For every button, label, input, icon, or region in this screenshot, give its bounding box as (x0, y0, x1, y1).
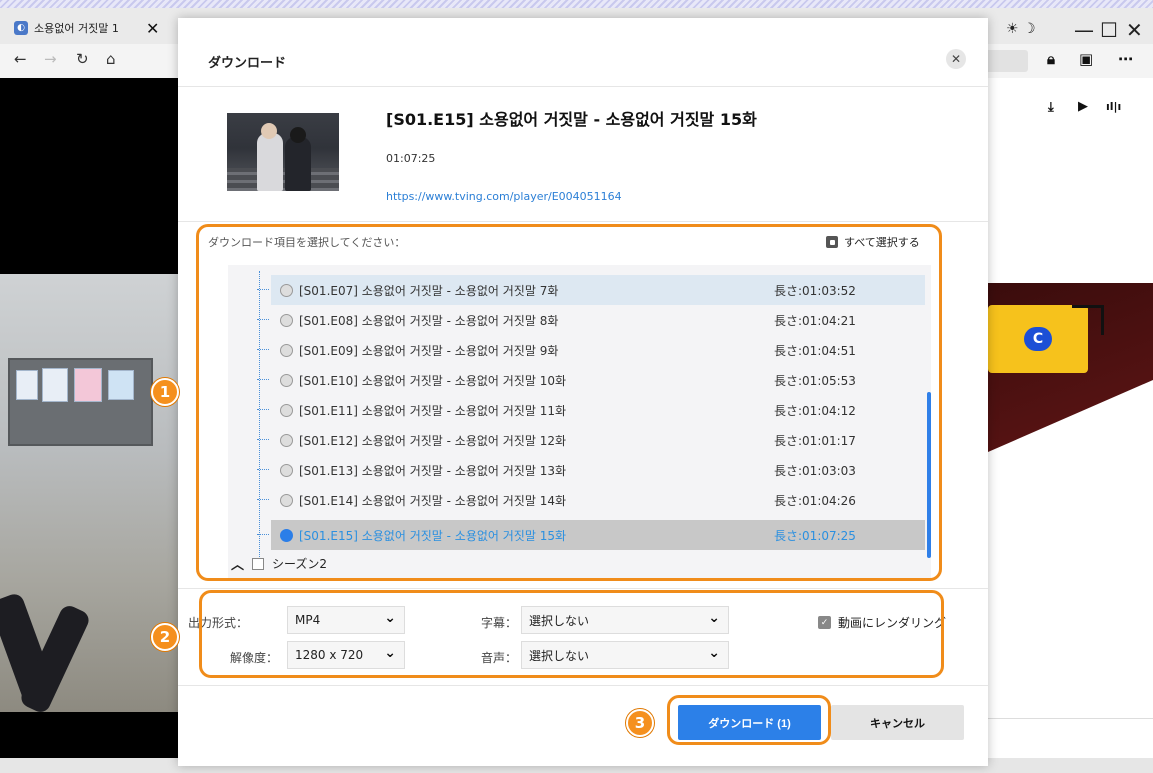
home-icon[interactable]: ⌂ (106, 50, 116, 68)
divider (178, 86, 988, 87)
decorative-stripe (0, 0, 1153, 8)
page-footer (960, 718, 1153, 758)
reload-icon[interactable]: ↻ (76, 50, 89, 68)
step-marker: 1 (151, 378, 179, 406)
bulletin-board (8, 358, 153, 446)
video-frame (0, 274, 178, 712)
logo-icon: C (1024, 327, 1052, 351)
window-close-icon[interactable]: ✕ (1126, 18, 1143, 42)
tving-favicon-icon: ◐ (14, 21, 28, 35)
step3-highlight (667, 695, 831, 745)
audio-icon[interactable]: ıl|ı (1106, 100, 1121, 113)
extension-icon[interactable]: ▣ (1079, 50, 1093, 68)
youtube-icon[interactable]: ▶ (1078, 99, 1088, 114)
divider (178, 685, 988, 686)
divider (178, 221, 988, 222)
step-marker: 2 (151, 623, 179, 651)
address-bar[interactable] (985, 50, 1028, 72)
browser-tab[interactable]: ◐ 소용없어 거짓말 1 (14, 20, 119, 36)
episode-thumbnail (227, 113, 339, 191)
theme-toggle-icon[interactable]: ☀ ☽ (1006, 21, 1036, 37)
logo-bracket-decoration (1072, 305, 1104, 335)
episode-title: [S01.E15] 소용없어 거짓말 - 소용없어 거짓말 15화 (386, 110, 757, 129)
back-icon[interactable]: ← (14, 50, 27, 68)
episode-duration: 01:07:25 (386, 152, 436, 165)
more-menu-icon[interactable]: ⋯ (1118, 50, 1133, 68)
video-player[interactable] (0, 78, 178, 758)
step2-highlight (199, 590, 944, 678)
forward-icon[interactable]: → (44, 50, 57, 68)
download-icon[interactable]: ⤓ (1048, 100, 1054, 115)
lock-icon[interactable]: 🔒︎ (1047, 50, 1055, 68)
tab-close-icon[interactable]: ✕ (146, 19, 159, 38)
episode-url[interactable]: https://www.tving.com/player/E004051164 (386, 190, 622, 203)
cancel-button[interactable]: キャンセル (831, 705, 964, 740)
minimize-icon[interactable]: — (1074, 18, 1094, 42)
step1-highlight (196, 224, 942, 581)
tab-title: 소용없어 거짓말 1 (34, 22, 119, 35)
divider (178, 588, 988, 589)
dialog-close-icon[interactable]: ✕ (946, 49, 966, 69)
dialog-title: ダウンロード (208, 56, 287, 71)
step-marker: 3 (626, 709, 654, 737)
maximize-icon[interactable]: ☐ (1100, 18, 1118, 42)
